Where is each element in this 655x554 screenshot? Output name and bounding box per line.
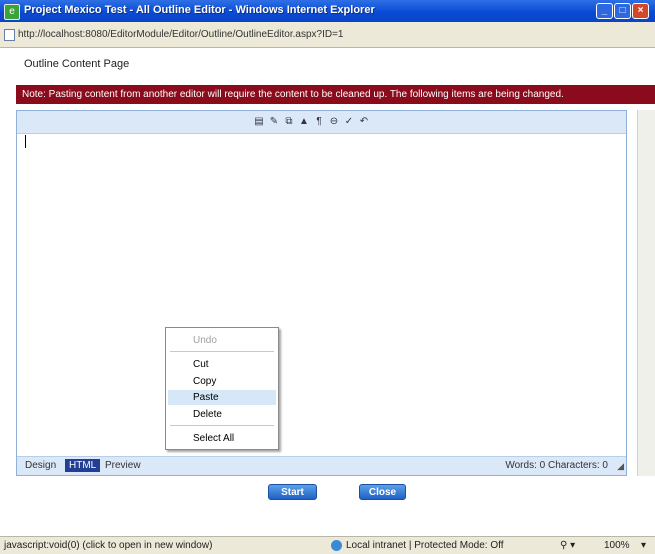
rich-text-editor: ▤ ✎ ⧉ ▲ ¶ ⊖ ✓ ↶ Words: 0 Characters: 0 ◢ Design… (16, 110, 627, 476)
editor-footer: Words: 0 Characters: 0 ◢ Design HTML Previ… (17, 456, 626, 475)
zoom-dropdown-icon[interactable]: ▾ (641, 540, 646, 551)
tab-html[interactable]: HTML (65, 459, 101, 472)
menu-item-cut[interactable]: Cut (168, 357, 276, 372)
highlight-icon[interactable]: ▲ (298, 115, 310, 128)
url-text[interactable]: http://localhost:8080/EditorModule/Edito… (18, 29, 343, 40)
vertical-scrollbar[interactable] (637, 110, 655, 476)
window-title: Project Mexico Test - All Outline Editor… (24, 4, 375, 16)
page-title: Outline Content Page (24, 58, 130, 70)
browser-app-icon: e (4, 4, 20, 20)
security-zone: Local intranet | Protected Mode: Off (346, 540, 504, 551)
spell-icon[interactable]: ✓ (343, 115, 355, 128)
resize-grip-icon[interactable]: ◢ (617, 461, 624, 472)
close-window-button[interactable]: × (632, 3, 649, 19)
context-menu: Undo Cut Copy Paste Delete Select All (165, 327, 279, 450)
protected-mode-icon[interactable]: ⚲ ▾ (560, 540, 575, 551)
globe-icon (331, 540, 342, 551)
undo-icon[interactable]: ↶ (358, 115, 370, 128)
menu-item-delete[interactable]: Delete (168, 407, 276, 422)
word-count: Words: 0 Characters: 0 (505, 460, 608, 471)
menu-item-select-all[interactable]: Select All (168, 431, 276, 446)
maximize-button[interactable]: □ (614, 3, 631, 19)
tab-preview[interactable]: Preview (101, 459, 145, 472)
link-icon[interactable]: ⊖ (328, 115, 340, 128)
menu-item-undo[interactable]: Undo (168, 333, 276, 348)
edit-icon[interactable]: ✎ (268, 115, 280, 128)
notice-banner: Note: Pasting content from another edito… (16, 85, 655, 104)
save-icon[interactable]: ▤ (253, 115, 265, 128)
minimize-button[interactable]: _ (596, 3, 613, 19)
menu-separator (170, 351, 274, 352)
editor-content-area[interactable] (17, 133, 626, 457)
window-titlebar: e Project Mexico Test - All Outline Edit… (0, 0, 655, 22)
status-url: javascript:void(0) (click to open in new… (4, 540, 213, 551)
copy-icon[interactable]: ⧉ (283, 115, 295, 128)
page-icon (4, 29, 15, 41)
status-bar: javascript:void(0) (click to open in new… (0, 536, 655, 554)
zoom-level[interactable]: 100% (604, 540, 630, 551)
address-bar: http://localhost:8080/EditorModule/Edito… (0, 22, 655, 48)
menu-item-copy[interactable]: Copy (168, 374, 276, 389)
close-button[interactable]: Close (359, 484, 406, 500)
tab-design[interactable]: Design (21, 459, 60, 472)
start-button[interactable]: Start (268, 484, 317, 500)
editor-toolbar: ▤ ✎ ⧉ ▲ ¶ ⊖ ✓ ↶ (17, 111, 626, 134)
menu-item-paste[interactable]: Paste (168, 390, 276, 405)
menu-separator (170, 425, 274, 426)
paste-text-icon[interactable]: ¶ (313, 115, 325, 128)
